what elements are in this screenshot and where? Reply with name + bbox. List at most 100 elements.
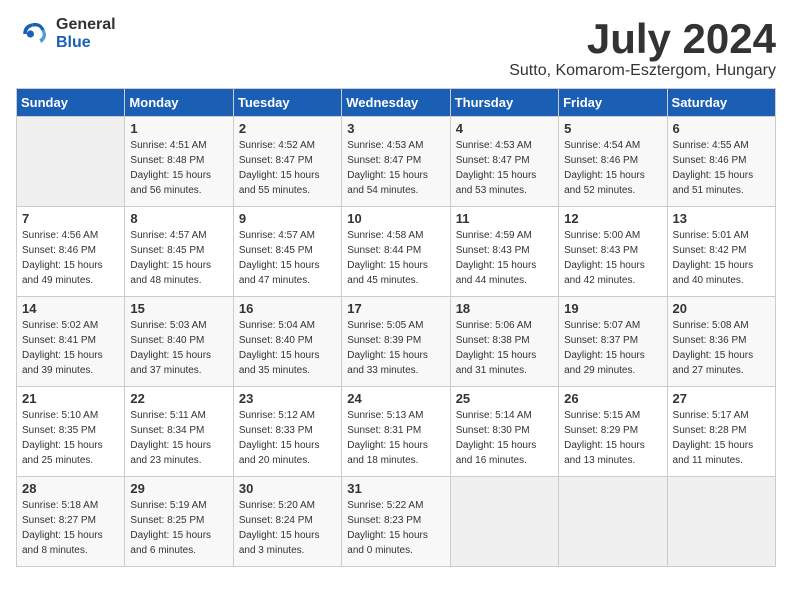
- location-title: Sutto, Komarom-Esztergom, Hungary: [509, 62, 776, 80]
- day-info: Sunrise: 5:07 AMSunset: 8:37 PMDaylight:…: [564, 318, 661, 378]
- day-number: 27: [673, 391, 770, 406]
- logo-text: General Blue: [56, 16, 116, 51]
- calendar-cell: 17 Sunrise: 5:05 AMSunset: 8:39 PMDayligh…: [342, 297, 450, 387]
- day-info: Sunrise: 4:53 AMSunset: 8:47 PMDaylight:…: [456, 138, 553, 198]
- day-info: Sunrise: 5:18 AMSunset: 8:27 PMDaylight:…: [22, 498, 119, 558]
- day-info: Sunrise: 4:56 AMSunset: 8:46 PMDaylight:…: [22, 228, 119, 288]
- title-section: July 2024 Sutto, Komarom-Esztergom, Hung…: [509, 16, 776, 80]
- calendar-cell: 21Sunrise: 5:10 AMSunset: 8:35 PMDayligh…: [17, 387, 125, 477]
- day-number: 2: [239, 121, 336, 136]
- day-info: Sunrise: 4:54 AMSunset: 8:46 PMDaylight:…: [564, 138, 661, 198]
- day-info: Sunrise: 5:01 AMSunset: 8:42 PMDaylight:…: [673, 228, 770, 288]
- calendar-cell: 16 Sunrise: 5:04 AMSunset: 8:40 PMDayligh…: [233, 297, 341, 387]
- day-number: 14: [22, 301, 119, 316]
- calendar-cell: 11 Sunrise: 4:59 AMSunset: 8:43 PMDayligh…: [450, 207, 558, 297]
- calendar-cell: 13 Sunrise: 5:01 AMSunset: 8:42 PMDayligh…: [667, 207, 775, 297]
- day-number: 5: [564, 121, 661, 136]
- day-number: 4: [456, 121, 553, 136]
- day-number: 7: [22, 211, 119, 226]
- day-info: Sunrise: 5:20 AMSunset: 8:24 PMDaylight:…: [239, 498, 336, 558]
- calendar-cell: 24 Sunrise: 5:13 AMSunset: 8:31 PMDayligh…: [342, 387, 450, 477]
- calendar-row-0: 1 Sunrise: 4:51 AMSunset: 8:48 PMDaylight…: [17, 117, 776, 207]
- day-info: Sunrise: 5:13 AMSunset: 8:31 PMDaylight:…: [347, 408, 444, 468]
- calendar-header-row: SundayMondayTuesdayWednesdayThursdayFrid…: [17, 89, 776, 117]
- header-monday: Monday: [125, 89, 233, 117]
- calendar-cell: 29 Sunrise: 5:19 AMSunset: 8:25 PMDayligh…: [125, 477, 233, 567]
- header-saturday: Saturday: [667, 89, 775, 117]
- day-info: Sunrise: 5:08 AMSunset: 8:36 PMDaylight:…: [673, 318, 770, 378]
- day-number: 29: [130, 481, 227, 496]
- day-info: Sunrise: 5:02 AMSunset: 8:41 PMDaylight:…: [22, 318, 119, 378]
- logo-icon: [16, 16, 52, 52]
- day-info: Sunrise: 5:00 AMSunset: 8:43 PMDaylight:…: [564, 228, 661, 288]
- day-info: Sunrise: 4:55 AMSunset: 8:46 PMDaylight:…: [673, 138, 770, 198]
- day-number: 11: [456, 211, 553, 226]
- calendar-cell: 3Sunrise: 4:53 AMSunset: 8:47 PMDaylight…: [342, 117, 450, 207]
- day-info: Sunrise: 5:12 AMSunset: 8:33 PMDaylight:…: [239, 408, 336, 468]
- calendar-cell: 20Sunrise: 5:08 AMSunset: 8:36 PMDayligh…: [667, 297, 775, 387]
- day-info: Sunrise: 5:17 AMSunset: 8:28 PMDaylight:…: [673, 408, 770, 468]
- day-info: Sunrise: 5:06 AMSunset: 8:38 PMDaylight:…: [456, 318, 553, 378]
- calendar-cell: 23 Sunrise: 5:12 AMSunset: 8:33 PMDayligh…: [233, 387, 341, 477]
- calendar-row-1: 7 Sunrise: 4:56 AMSunset: 8:46 PMDaylight…: [17, 207, 776, 297]
- calendar-cell: [17, 117, 125, 207]
- day-info: Sunrise: 5:03 AMSunset: 8:40 PMDaylight:…: [130, 318, 227, 378]
- day-info: Sunrise: 4:51 AMSunset: 8:48 PMDaylight:…: [130, 138, 227, 198]
- day-info: Sunrise: 4:59 AMSunset: 8:43 PMDaylight:…: [456, 228, 553, 288]
- day-number: 30: [239, 481, 336, 496]
- calendar-cell: 9Sunrise: 4:57 AMSunset: 8:45 PMDaylight…: [233, 207, 341, 297]
- header-wednesday: Wednesday: [342, 89, 450, 117]
- calendar-cell: 31Sunrise: 5:22 AMSunset: 8:23 PMDayligh…: [342, 477, 450, 567]
- page-header: General Blue July 2024 Sutto, Komarom-Es…: [16, 16, 776, 80]
- calendar-cell: 7 Sunrise: 4:56 AMSunset: 8:46 PMDaylight…: [17, 207, 125, 297]
- day-info: Sunrise: 5:14 AMSunset: 8:30 PMDaylight:…: [456, 408, 553, 468]
- day-number: 16: [239, 301, 336, 316]
- day-number: 9: [239, 211, 336, 226]
- calendar-cell: 19 Sunrise: 5:07 AMSunset: 8:37 PMDayligh…: [559, 297, 667, 387]
- calendar-cell: 1 Sunrise: 4:51 AMSunset: 8:48 PMDaylight…: [125, 117, 233, 207]
- day-number: 1: [130, 121, 227, 136]
- day-number: 19: [564, 301, 661, 316]
- day-info: Sunrise: 4:57 AMSunset: 8:45 PMDaylight:…: [130, 228, 227, 288]
- day-info: Sunrise: 5:19 AMSunset: 8:25 PMDaylight:…: [130, 498, 227, 558]
- day-number: 28: [22, 481, 119, 496]
- calendar-cell: [450, 477, 558, 567]
- day-info: Sunrise: 5:05 AMSunset: 8:39 PMDaylight:…: [347, 318, 444, 378]
- logo: General Blue: [16, 16, 116, 52]
- header-tuesday: Tuesday: [233, 89, 341, 117]
- day-number: 23: [239, 391, 336, 406]
- day-info: Sunrise: 5:22 AMSunset: 8:23 PMDaylight:…: [347, 498, 444, 558]
- day-number: 8: [130, 211, 227, 226]
- calendar-row-4: 28 Sunrise: 5:18 AMSunset: 8:27 PMDayligh…: [17, 477, 776, 567]
- day-info: Sunrise: 5:15 AMSunset: 8:29 PMDaylight:…: [564, 408, 661, 468]
- calendar-cell: 22 Sunrise: 5:11 AMSunset: 8:34 PMDayligh…: [125, 387, 233, 477]
- calendar-cell: 12Sunrise: 5:00 AMSunset: 8:43 PMDayligh…: [559, 207, 667, 297]
- calendar-cell: 4 Sunrise: 4:53 AMSunset: 8:47 PMDaylight…: [450, 117, 558, 207]
- calendar-cell: 18 Sunrise: 5:06 AMSunset: 8:38 PMDayligh…: [450, 297, 558, 387]
- calendar-cell: 8 Sunrise: 4:57 AMSunset: 8:45 PMDaylight…: [125, 207, 233, 297]
- day-number: 26: [564, 391, 661, 406]
- calendar-table: SundayMondayTuesdayWednesdayThursdayFrid…: [16, 88, 776, 567]
- calendar-cell: 26 Sunrise: 5:15 AMSunset: 8:29 PMDayligh…: [559, 387, 667, 477]
- calendar-cell: 28 Sunrise: 5:18 AMSunset: 8:27 PMDayligh…: [17, 477, 125, 567]
- day-number: 24: [347, 391, 444, 406]
- day-number: 18: [456, 301, 553, 316]
- day-number: 17: [347, 301, 444, 316]
- calendar-cell: 15 Sunrise: 5:03 AMSunset: 8:40 PMDayligh…: [125, 297, 233, 387]
- day-number: 15: [130, 301, 227, 316]
- day-number: 22: [130, 391, 227, 406]
- day-info: Sunrise: 5:11 AMSunset: 8:34 PMDaylight:…: [130, 408, 227, 468]
- logo-general: General: [56, 16, 116, 34]
- day-number: 13: [673, 211, 770, 226]
- month-title: July 2024: [509, 16, 776, 62]
- calendar-cell: 14 Sunrise: 5:02 AMSunset: 8:41 PMDayligh…: [17, 297, 125, 387]
- day-info: Sunrise: 5:04 AMSunset: 8:40 PMDaylight:…: [239, 318, 336, 378]
- header-thursday: Thursday: [450, 89, 558, 117]
- day-info: Sunrise: 5:10 AMSunset: 8:35 PMDaylight:…: [22, 408, 119, 468]
- calendar-row-2: 14 Sunrise: 5:02 AMSunset: 8:41 PMDayligh…: [17, 297, 776, 387]
- day-info: Sunrise: 4:53 AMSunset: 8:47 PMDaylight:…: [347, 138, 444, 198]
- calendar-cell: 27 Sunrise: 5:17 AMSunset: 8:28 PMDayligh…: [667, 387, 775, 477]
- calendar-cell: 10Sunrise: 4:58 AMSunset: 8:44 PMDayligh…: [342, 207, 450, 297]
- day-number: 6: [673, 121, 770, 136]
- calendar-cell: 25Sunrise: 5:14 AMSunset: 8:30 PMDayligh…: [450, 387, 558, 477]
